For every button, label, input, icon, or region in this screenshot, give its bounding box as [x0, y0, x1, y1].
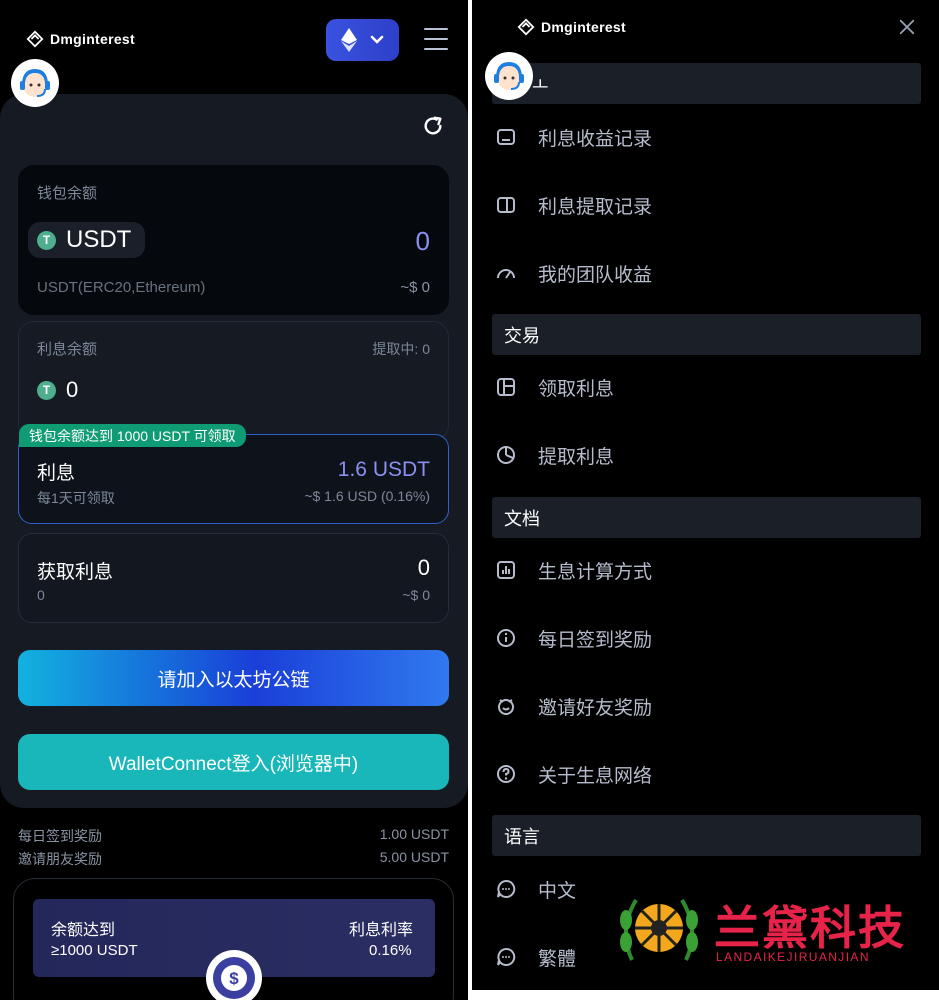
menu-item-invite-reward[interactable]: 邀请好友奖励: [496, 692, 652, 720]
wallet-icon: [497, 129, 515, 145]
refresh-icon[interactable]: [422, 115, 444, 137]
info-icon: [497, 629, 515, 647]
brand-logo[interactable]: Dmginterest: [517, 18, 626, 36]
logo-icon: [26, 30, 44, 48]
menu-item-label: 繁體: [538, 948, 577, 970]
interest-amount-row: T 0: [37, 377, 78, 403]
svg-text:$: $: [229, 969, 239, 988]
token-selector[interactable]: T USDT: [28, 222, 146, 258]
ethereum-icon: [340, 28, 357, 52]
section-label: 文档: [504, 508, 540, 529]
watermark-title: 兰黛科技: [714, 901, 906, 955]
close-icon[interactable]: [898, 17, 916, 37]
reward-value: 1.00 USDT: [379, 826, 449, 842]
earned-usd: ~$ 0: [402, 587, 430, 603]
interest-amount: 0: [66, 377, 79, 402]
menu-item-withdraw-records[interactable]: 利息提取记录: [496, 191, 652, 219]
rate-title: 利息: [37, 463, 76, 484]
help-circle-icon: [497, 765, 515, 783]
reward-label: 邀请朋友奖励: [18, 851, 102, 867]
interest-balance-label: 利息余额: [37, 341, 98, 358]
chat-bubble-icon: [497, 879, 516, 898]
network-selector[interactable]: [326, 19, 399, 61]
hamburger-menu-icon[interactable]: [424, 28, 448, 50]
menu-item-label: 生息计算方式: [538, 561, 653, 583]
rate-period: 每1天可领取: [37, 490, 115, 506]
reward-value: 5.00 USDT: [379, 849, 449, 865]
section-language: 语言: [492, 815, 921, 856]
dollar-exchange-icon: $: [206, 950, 262, 1000]
menu-item-label: 领取利息: [538, 378, 615, 400]
menu-item-label: 关于生息网络: [538, 765, 653, 787]
menu-item-label: 提取利息: [538, 446, 615, 468]
main-screen: Dmginterest 钱包余额 T USDT 0 USDT(ERC20,Eth…: [0, 0, 468, 1000]
pie-chart-icon: [497, 446, 515, 464]
withdrawing-label: 提取中: 0: [372, 341, 430, 357]
layout-icon: [497, 378, 515, 396]
screenshot-root: Dmginterest 钱包余额 T USDT 0 USDT(ERC20,Eth…: [0, 0, 939, 1000]
menu-item-label: 利息提取记录: [538, 196, 653, 218]
support-agent-icon[interactable]: [485, 52, 533, 100]
menu-item-lang-tw[interactable]: 繁體: [496, 943, 576, 971]
reward-row-daily: 每日签到奖励 1.00 USDT: [18, 826, 449, 846]
section-account: ㅗ: [492, 63, 921, 104]
laurel-logo-icon: [620, 898, 698, 961]
gauge-icon: [497, 269, 515, 279]
section-trade: 交易: [492, 314, 921, 355]
menu-item-income-records[interactable]: 利息收益记录: [496, 123, 652, 151]
brand-name: Dmginterest: [541, 19, 626, 35]
tier-header-rate: 利息利率: [349, 922, 414, 939]
watermark-subtitle: LANDAIKEJIRUANJIAN: [716, 950, 870, 964]
token-name: USDT: [66, 226, 132, 253]
menu-item-label: 我的团队收益: [538, 264, 653, 286]
menu-item-daily-checkin[interactable]: 每日签到奖励: [496, 624, 652, 652]
bar-chart-icon: [497, 561, 515, 579]
reward-label: 每日签到奖励: [18, 828, 102, 844]
network-label: USDT(ERC20,Ethereum): [37, 279, 206, 296]
support-agent-icon[interactable]: [11, 59, 59, 107]
tether-icon: T: [37, 230, 56, 250]
menu-item-team-income[interactable]: 我的团队收益: [496, 259, 652, 287]
menu-item-label: 邀请好友奖励: [538, 697, 653, 719]
menu-item-label: 每日签到奖励: [538, 629, 653, 651]
menu-item-lang-zh[interactable]: 中文: [496, 875, 576, 903]
join-ethereum-button[interactable]: 请加入以太坊公链: [18, 650, 449, 706]
menu-item-label: 利息收益记录: [538, 128, 653, 150]
chevron-down-icon: [371, 35, 384, 44]
eligibility-badge: 钱包余额达到 1000 USDT 可领取: [19, 424, 246, 447]
menu-item-calc-method[interactable]: 生息计算方式: [496, 556, 652, 584]
brand-logo[interactable]: Dmginterest: [26, 30, 135, 48]
rate-usd: ~$ 1.6 USD (0.16%): [304, 488, 430, 504]
rate-value: 1.6 USDT: [337, 458, 430, 481]
chat-bubble-icon: [497, 947, 516, 966]
menu-item-claim-interest[interactable]: 领取利息: [496, 373, 614, 401]
menu-item-label: 中文: [538, 880, 577, 902]
earned-sub: 0: [37, 587, 45, 603]
section-label: 语言: [504, 826, 540, 847]
tier-value-balance: ≥1000 USDT: [51, 942, 138, 959]
section-docs: 文档: [492, 497, 921, 538]
menu-item-about-network[interactable]: 关于生息网络: [496, 760, 652, 788]
tier-header-balance: 余额达到: [51, 922, 116, 939]
gift-icon: [498, 699, 514, 715]
tier-value-rate: 0.16%: [369, 942, 412, 959]
logo-icon: [517, 18, 535, 36]
walletconnect-login-button[interactable]: WalletConnect登入(浏览器中): [18, 734, 449, 790]
columns-icon: [497, 197, 515, 213]
brand-name: Dmginterest: [50, 31, 135, 47]
wallet-balance-label: 钱包余额: [37, 185, 98, 202]
menu-item-withdraw-interest[interactable]: 提取利息: [496, 441, 614, 469]
section-label: ㅗ: [532, 74, 549, 95]
section-label: 交易: [504, 325, 540, 346]
earned-value: 0: [417, 555, 430, 580]
reward-row-invite: 邀请朋友奖励 5.00 USDT: [18, 849, 449, 869]
tether-icon: T: [37, 380, 56, 400]
wallet-amount: 0: [415, 226, 430, 256]
earned-title: 获取利息: [37, 562, 114, 583]
wallet-usd: ~$ 0: [400, 279, 430, 296]
